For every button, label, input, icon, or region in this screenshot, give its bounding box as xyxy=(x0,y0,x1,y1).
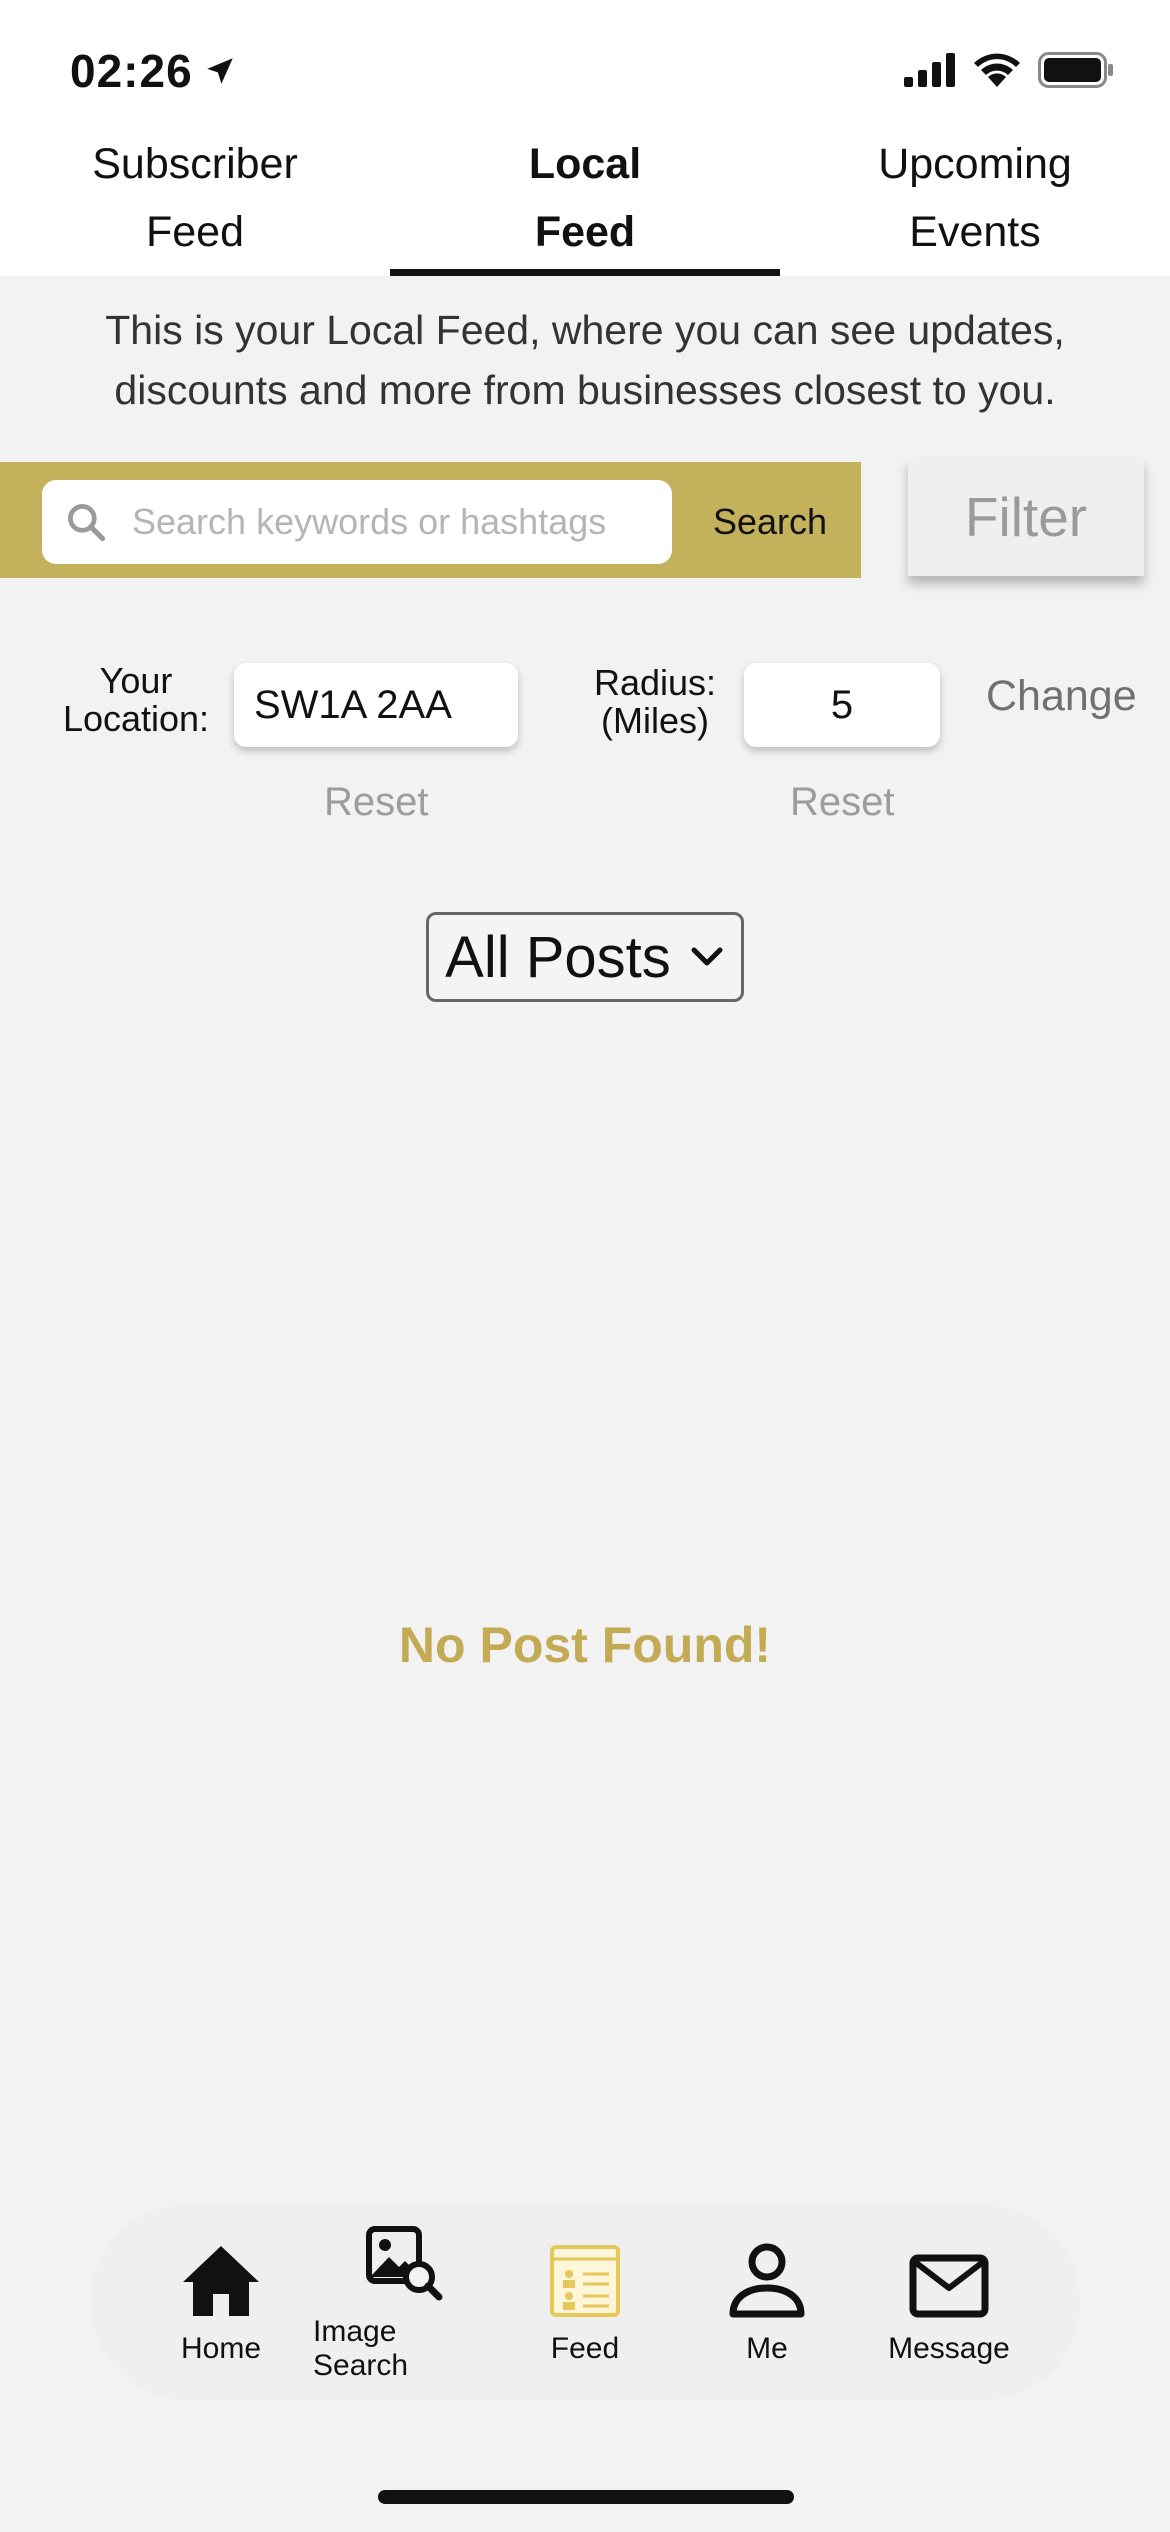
nav-label: Me xyxy=(746,2332,788,2365)
search-button[interactable]: Search xyxy=(700,480,840,564)
bottom-navigation: Home Image Search Feed Me Message xyxy=(90,2204,1080,2400)
filter-button[interactable]: Filter xyxy=(908,458,1144,576)
tab-label-line1: Upcoming xyxy=(878,140,1072,188)
radius-label: Radius: (Miles) xyxy=(593,662,717,741)
location-label: Your Location: xyxy=(62,660,210,739)
nav-label: Message xyxy=(888,2332,1010,2365)
wifi-icon xyxy=(974,53,1020,87)
radius-input[interactable]: 5 xyxy=(744,663,940,747)
tab-label-line1: Local xyxy=(528,140,642,188)
status-bar: 02:26 xyxy=(0,0,1170,140)
person-icon xyxy=(727,2238,807,2318)
tab-label-line1: Subscriber xyxy=(92,140,298,188)
search-bar: Search xyxy=(0,462,861,578)
nav-me[interactable]: Me xyxy=(677,2238,857,2366)
chevron-down-icon xyxy=(691,947,723,966)
nav-image-search[interactable]: Image Search xyxy=(313,2221,493,2383)
tab-label-line2: Feed xyxy=(145,208,244,256)
signal-icon xyxy=(904,53,955,87)
feed-description: This is your Local Feed, where you can s… xyxy=(105,307,1065,413)
tab-label-line2: Events xyxy=(909,208,1041,256)
feed-tabs: Subscriber Feed Local Feed Upcoming Even… xyxy=(0,120,1170,276)
nav-message[interactable]: Message xyxy=(859,2238,1039,2366)
tab-subscriber-feed[interactable]: Subscriber Feed xyxy=(0,120,390,276)
reset-location-button[interactable]: Reset xyxy=(324,780,429,825)
mail-icon xyxy=(909,2238,989,2318)
nav-label: Home xyxy=(180,2332,262,2365)
post-type-select[interactable]: All Posts xyxy=(426,912,744,1002)
search-input[interactable] xyxy=(132,501,672,543)
reset-radius-button[interactable]: Reset xyxy=(790,780,895,825)
change-button[interactable]: Change xyxy=(986,672,1137,721)
nav-label: Image Search xyxy=(313,2315,409,2382)
tab-local-feed[interactable]: Local Feed xyxy=(390,120,780,276)
search-field xyxy=(42,480,672,564)
status-time: 02:26 xyxy=(70,44,237,98)
post-type-value: All Posts xyxy=(445,924,671,990)
feed-icon xyxy=(549,2238,621,2318)
nav-feed[interactable]: Feed xyxy=(495,2238,675,2366)
tab-label-line2: Feed xyxy=(534,208,636,256)
search-icon xyxy=(64,500,108,544)
location-input[interactable]: SW1A 2AA xyxy=(234,663,518,747)
image-search-icon xyxy=(363,2221,443,2301)
nav-home[interactable]: Home xyxy=(131,2238,311,2366)
empty-state-message: No Post Found! xyxy=(398,1617,772,1673)
clock-text: 02:26 xyxy=(70,45,193,97)
status-icons xyxy=(904,52,1114,88)
home-indicator xyxy=(378,2490,794,2504)
location-arrow-icon xyxy=(206,58,233,84)
home-icon xyxy=(181,2238,261,2318)
tab-upcoming-events[interactable]: Upcoming Events xyxy=(780,120,1170,276)
nav-label: Feed xyxy=(550,2332,620,2365)
battery-icon xyxy=(1038,52,1113,88)
